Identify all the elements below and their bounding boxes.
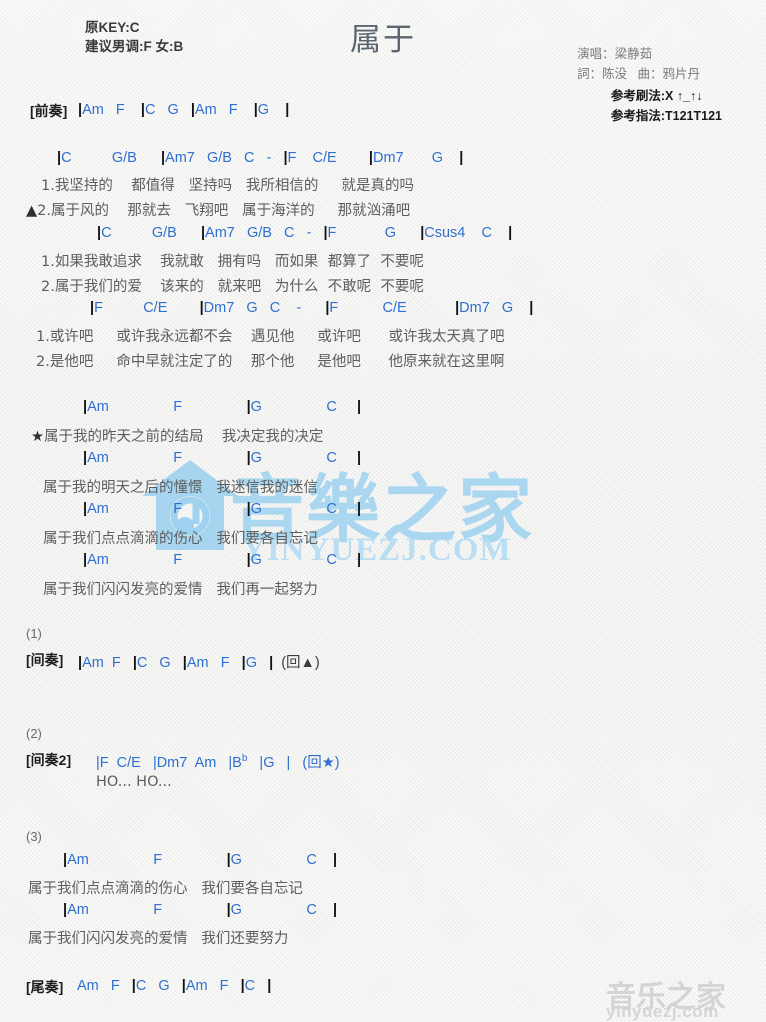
bar-separator: | [508, 225, 513, 241]
bar-separator: | [357, 501, 362, 517]
verse-line3-lyric-b: 2.是他吧 命中早就注定了的 那个他 是他吧 他原来就在这里啊 [36, 354, 505, 370]
bar-separator: | [357, 399, 362, 415]
bar-separator: | [140, 102, 145, 118]
section-label-interlude1: [间奏] [26, 652, 64, 668]
bar-separator: | [332, 852, 338, 868]
chord-sheet-page: 音樂之家 YINYUEZJ.COM 音乐之家 yinyuezj.com 原KEY… [0, 0, 766, 1022]
interlude2-chords-part-a: |F C/E |Dm7 Am |B [96, 755, 242, 771]
verse-line1-lyric-b-text: 2.属于风的 那就去 飞翔吧 属于海洋的 那就汹涌吧 [37, 203, 411, 219]
verse-line3-lyric-a: 1.或许吧 或许我永远都不会 遇见他 或许吧 或许我太天真了吧 [36, 329, 505, 345]
bar-separator: | [455, 300, 460, 316]
section-tag-1: (1) [26, 626, 42, 641]
chorus-line-4: 属于我们闪闪发亮的爱情 我们再一起努力 [43, 582, 318, 598]
chorus-line-1-text: 属于我的昨天之前的结局 我决定我的决定 [44, 429, 324, 445]
bar-separator: | [357, 552, 362, 568]
bar-separator: | [200, 225, 206, 241]
chorus-chords-2: |Am F |G C | [83, 450, 362, 466]
chorus-line-2: 属于我的明天之后的憧憬 我迷信我的迷信 [43, 480, 318, 496]
bar-separator: | [241, 655, 246, 671]
section3-chords-2: |Am F |G C | [63, 902, 338, 918]
verse-line2-lyric-b: 2.属于我们的爱 该来的 就来吧 为什么 不敢呢 不要呢 [41, 279, 424, 295]
section3-chords-1: |Am F |G C | [63, 852, 338, 868]
bar-separator: | [459, 150, 464, 166]
section-label-interlude2: [间奏2] [26, 752, 72, 768]
interlude1-chords: |Am F |C G |Am F |G | (回▲) [78, 655, 320, 671]
intro-chords: |Am F |C G |Am F |G | [78, 102, 290, 118]
section3-line-1: 属于我们点点滴滴的伤心 我们要各自忘记 [28, 881, 303, 897]
fingerstyle-pattern: 参考指法:T121T121 [610, 109, 722, 123]
bar-separator: | [190, 102, 195, 118]
bar-separator: | [131, 978, 136, 994]
bar-separator: | [325, 300, 330, 316]
bar-separator: | [420, 225, 425, 241]
section-label-outro: [尾奏] [26, 979, 64, 995]
verse-line1-chords: |C G/B |Am7 G/B C - |F C/E |Dm7 G | [57, 150, 464, 166]
bar-separator: | [199, 300, 204, 316]
bar-separator: | [269, 655, 274, 671]
singer-name: 演唱：梁静茹 [577, 47, 653, 61]
bar-separator: | [90, 300, 95, 316]
bar-separator: | [57, 150, 62, 166]
section3-line-2: 属于我们闪闪发亮的爱情 我们还要努力 [28, 931, 289, 947]
interlude2-chords: |F C/E |Dm7 Am |Bb |G | (回★) [96, 751, 340, 772]
bar-separator: | [357, 450, 362, 466]
chorus-line-1: ★属于我的昨天之前的结局 我决定我的决定 [31, 425, 323, 446]
verse-repeat-marker: ▲ [26, 203, 38, 219]
verse-line2-chords: |C G/B |Am7 G/B C - |F G |Csus4 C | [97, 225, 513, 241]
bar-separator: | [83, 501, 88, 517]
verse-line2-lyric-a: 1.如果我敢追求 我就敢 拥有吗 而如果 都算了 不要呢 [41, 254, 424, 270]
bar-separator: | [83, 450, 88, 466]
bar-separator: | [132, 655, 137, 671]
section-tag-2: (2) [26, 726, 42, 741]
bar-separator: | [246, 552, 251, 568]
bar-separator: | [285, 102, 290, 118]
bar-separator: | [160, 150, 166, 166]
bar-separator: | [83, 399, 88, 415]
bar-separator: | [78, 655, 83, 671]
bar-separator: | [78, 102, 83, 118]
bar-separator: | [63, 902, 68, 918]
outro-chords: Am F |C G |Am F |C | [77, 978, 272, 994]
chorus-chords-1: |Am F |G C | [83, 399, 362, 415]
bar-separator: | [246, 450, 251, 466]
bar-separator: | [283, 150, 288, 166]
bar-separator: | [253, 102, 258, 118]
bar-separator: | [63, 852, 68, 868]
verse-line1-lyric-a: 1.我坚持的 都值得 坚持吗 我所相信的 就是真的吗 [41, 178, 414, 194]
section-label-intro: [前奏] [30, 103, 68, 119]
bar-separator: | [332, 902, 338, 918]
section-tag-3: (3) [26, 829, 42, 844]
chorus-line-3: 属于我们点点滴滴的伤心 我们要各自忘记 [43, 531, 318, 547]
repeat-annotation: (回▲) [281, 655, 320, 671]
strum-pattern: 参考刷法:X ↑_↑↓ [610, 89, 703, 103]
bar-separator: | [267, 978, 272, 994]
bar-separator: | [226, 902, 231, 918]
bar-separator: | [226, 852, 231, 868]
credits: 演唱：梁静茹詞：陈没 曲：鸦片丹 [577, 44, 700, 84]
writer-names: 詞：陈没 曲：鸦片丹 [577, 67, 700, 81]
bar-separator: | [97, 225, 102, 241]
bar-separator: | [83, 552, 88, 568]
bar-separator: | [246, 399, 251, 415]
bar-separator: | [181, 978, 186, 994]
bar-separator: | [368, 150, 373, 166]
bar-separator: | [323, 225, 328, 241]
verse-line3-chords: |F C/E |Dm7 G C - |F C/E |Dm7 G | [90, 300, 534, 316]
interlude2-chords-part-b: |G | (回★) [247, 755, 340, 771]
chorus-chords-4: |Am F |G C | [83, 552, 362, 568]
bar-separator: | [240, 978, 245, 994]
reference-info: 参考刷法:X ↑_↑↓ 参考指法:T121T121 [611, 86, 722, 126]
verse-line1-lyric-b: ▲2.属于风的 那就去 飞翔吧 属于海洋的 那就汹涌吧 [26, 199, 410, 220]
bar-separator: | [529, 300, 534, 316]
bar-separator: | [182, 655, 187, 671]
chorus-repeat-marker: ★ [31, 429, 44, 445]
interlude2-lyric: HO... HO... [96, 774, 172, 790]
chorus-chords-3: |Am F |G C | [83, 501, 362, 517]
bar-separator: | [246, 501, 251, 517]
